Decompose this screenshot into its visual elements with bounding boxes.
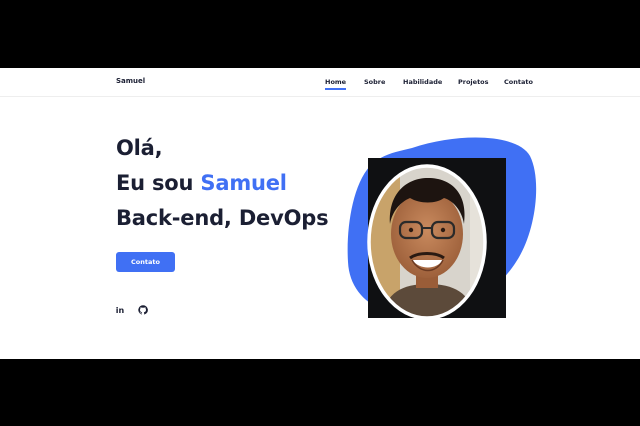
hero-image-area <box>340 134 540 324</box>
nav-link-sobre[interactable]: Sobre <box>364 78 385 86</box>
linkedin-link[interactable]: in <box>114 304 126 316</box>
github-link[interactable] <box>137 304 149 316</box>
hero-intro-prefix: Eu sou <box>116 171 194 195</box>
hero-greeting: Olá, <box>116 136 163 160</box>
contact-button[interactable]: Contato <box>116 252 175 272</box>
nav-link-contato[interactable]: Contato <box>504 78 533 86</box>
navbar: Samuel Home Sobre Habilidade Projetos Co… <box>0 68 640 97</box>
hero-illustration <box>347 137 537 320</box>
hero-name: Samuel <box>200 171 287 195</box>
nav-link-home[interactable]: Home <box>325 78 347 90</box>
linkedin-icon: in <box>115 305 125 315</box>
portfolio-page: Samuel Home Sobre Habilidade Projetos Co… <box>0 68 640 359</box>
nav-link-projetos[interactable]: Projetos <box>458 78 489 86</box>
github-icon <box>138 305 148 315</box>
brand-logo[interactable]: Samuel <box>116 77 145 85</box>
nav-link-habilidade[interactable]: Habilidade <box>403 78 442 86</box>
hero-intro: Eu sou Samuel <box>116 171 287 195</box>
hero-role: Back-end, DevOps <box>116 206 329 230</box>
